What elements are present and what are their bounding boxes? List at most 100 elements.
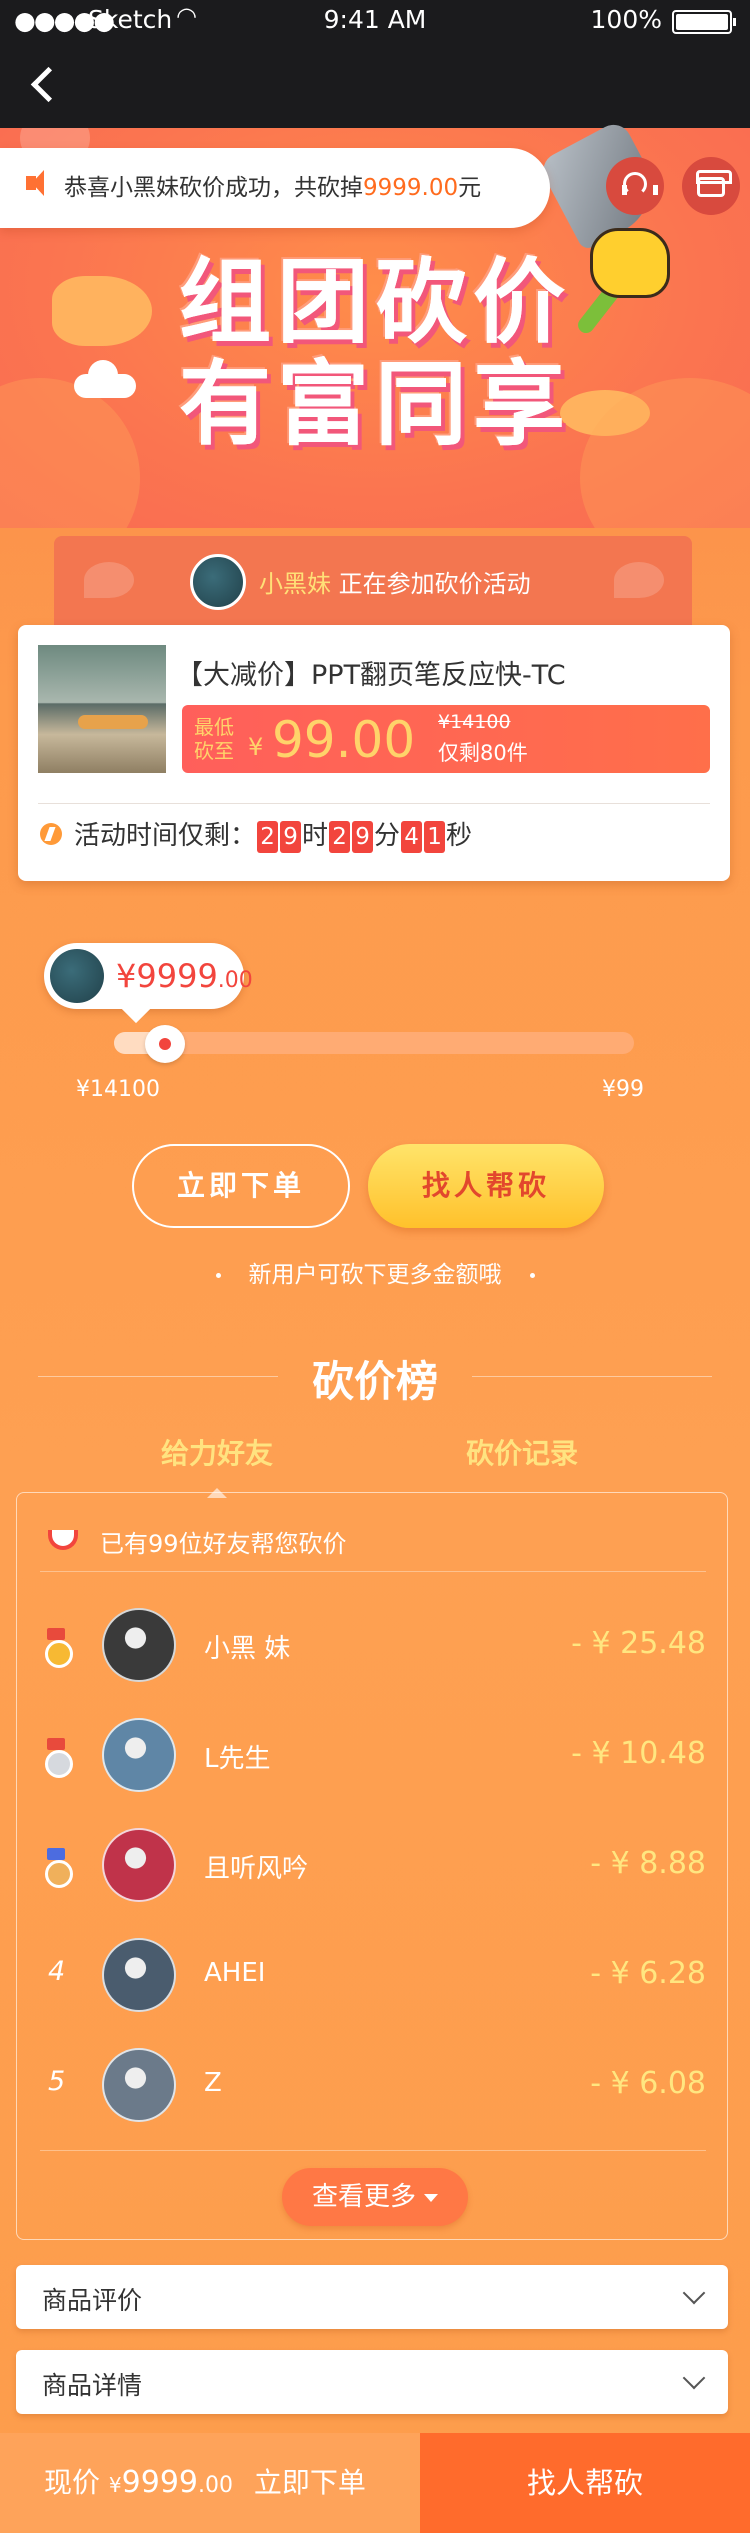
cut-amount: - ¥ 6.28 [590,1956,706,1991]
divider [40,2150,706,2151]
buy-now-button[interactable]: 现价 ¥9999.00 立即下单 [0,2433,420,2533]
rank-number: 4 [48,1956,66,1987]
ranking-row: 5 Z - ¥ 6.08 [40,2030,706,2140]
friend-name: Z [204,2068,222,2098]
cut-amount: - ¥ 6.08 [590,2066,706,2101]
success-notice: 恭喜小黑妹砍价成功，共砍掉9999.00元 [0,148,550,228]
countdown-digit: 9 [280,821,302,853]
rank-number: 5 [48,2066,66,2097]
bargain-amount-decimal: .00 [217,968,253,993]
participant-status: 正在参加砍价活动 [338,570,531,598]
order-now-label: 立即下单 [253,2466,366,2499]
ranking-row: L先生 - ¥ 10.48 [40,1700,706,1810]
chevron-down-icon [682,2281,706,2305]
details-label: 商品详情 [42,2371,143,2400]
notice-suffix: 元 [458,175,482,201]
find-help-bottom-button[interactable]: 找人帮砍 [420,2433,750,2533]
cut-amount: - ¥ 10.48 [571,1736,706,1771]
friend-name: AHEI [204,1958,266,1988]
friend-name: 小黑 妹 [204,1634,291,1664]
bottom-bar: 现价 ¥9999.00 立即下单 找人帮砍 [0,2433,750,2533]
friend-name: 且听风吟 [204,1854,309,1884]
currency-symbol: ¥ [248,733,264,761]
avatar [50,949,104,1003]
participant-name: 小黑妹 [259,570,331,598]
avatar [102,1608,176,1682]
unit-minute: 分 [374,821,401,851]
tip-text: 新用户可砍下更多金额哦 [0,1255,750,1289]
bargain-amount-integer: ¥9999 [116,957,218,995]
bronze-medal-icon [42,1848,73,1888]
back-icon[interactable] [26,62,66,106]
avatar [190,554,246,610]
countdown-label: 活动时间仅剩： [74,821,257,851]
product-card[interactable]: 【大减价】PPT翻页笔反应快-TC 最低砍至 ¥ 99.00 ¥14100 仅剩… [18,625,730,881]
avatar [102,1718,176,1792]
nav-bar [0,40,750,128]
cut-amount: - ¥ 25.48 [571,1626,706,1661]
participant-text: 小黑妹 正在参加砍价活动 [259,564,531,599]
countdown-digit: 1 [424,821,446,853]
customer-service-button[interactable] [606,157,664,215]
drop-decoration [84,562,134,598]
notice-amount: 9999.00 [363,175,459,201]
hero-title-line2: 有富同享 [178,351,571,458]
gold-medal-icon [42,1628,73,1668]
currency-symbol: ¥ [108,2473,122,2497]
tip-label: 新用户可砍下更多金额哦 [248,1262,502,1288]
order-now-button[interactable]: 立即下单 [132,1144,350,1228]
battery-icon [672,10,736,34]
friend-name: L先生 [204,1744,271,1774]
tab-friends[interactable]: 给力好友 [161,1432,273,1498]
notice-text: 恭喜小黑妹砍价成功，共砍掉 [64,175,363,201]
participant-banner: 小黑妹 正在参加砍价活动 [54,536,692,626]
countdown: 活动时间仅剩： 2 9 时 2 9 分 4 1 秒 [74,815,472,853]
start-price-label: ¥14100 [76,1077,160,1102]
chevron-down-icon [682,2366,706,2390]
current-price: 9999.00 [122,2465,233,2500]
view-more-label: 查看更多 [311,2182,416,2212]
countdown-digit: 2 [329,821,351,853]
avatar [102,1938,176,2012]
ranking-row: 4 AHEI - ¥ 6.28 [40,1920,706,2030]
product-image[interactable] [38,645,166,773]
status-bar: ●●●●● Sketch ◠ 9:41 AM 100% [0,0,750,40]
ranking-row: 小黑 妹 - ¥ 25.48 [40,1590,706,1700]
unit-second: 秒 [446,821,473,851]
ranking-row: 且听风吟 - ¥ 8.88 [40,1810,706,1920]
details-section[interactable]: 商品详情 [16,2350,728,2414]
product-title: 【大减价】PPT翻页笔反应快-TC [176,660,566,691]
bargain-bubble: ¥9999.00 [44,943,253,1009]
ranking-header: 已有99位好友帮您砍价 [40,1520,706,1572]
original-price: ¥14100 [438,711,511,733]
unit-hour: 时 [302,821,329,851]
store-icon [696,170,732,197]
battery-percent: 100% [590,5,662,34]
ranking-header-text: 已有99位好友帮您砍价 [100,1530,347,1558]
lowest-price: 99.00 [272,711,416,769]
view-more-button[interactable]: 查看更多 [282,2168,468,2226]
countdown-digit: 9 [352,821,374,853]
speaker-icon [26,170,44,196]
progress-knob [145,1025,185,1063]
silver-medal-icon [42,1738,73,1778]
price-label: 现价 [44,2466,101,2499]
caret-down-icon [424,2193,438,2202]
cut-amount: - ¥ 8.88 [590,1846,706,1881]
stock-left: 仅剩80件 [438,741,528,765]
price-bar: 最低砍至 ¥ 99.00 ¥14100 仅剩80件 [182,705,710,773]
tab-records[interactable]: 砍价记录 [466,1432,578,1472]
smile-icon [48,1530,78,1550]
avatar [102,1828,176,1902]
dot-decoration [215,1273,221,1278]
progress-track [114,1032,634,1054]
find-help-button[interactable]: 找人帮砍 [368,1144,604,1228]
reviews-section[interactable]: 商品评价 [16,2265,728,2329]
store-button[interactable] [682,157,740,215]
countdown-digit: 4 [401,821,423,853]
lightning-icon [40,823,62,845]
drop-decoration [614,562,664,598]
countdown-digit: 2 [257,821,279,853]
current-price-decimal: .00 [198,2473,234,2498]
current-price-integer: 9999 [121,2465,199,2500]
